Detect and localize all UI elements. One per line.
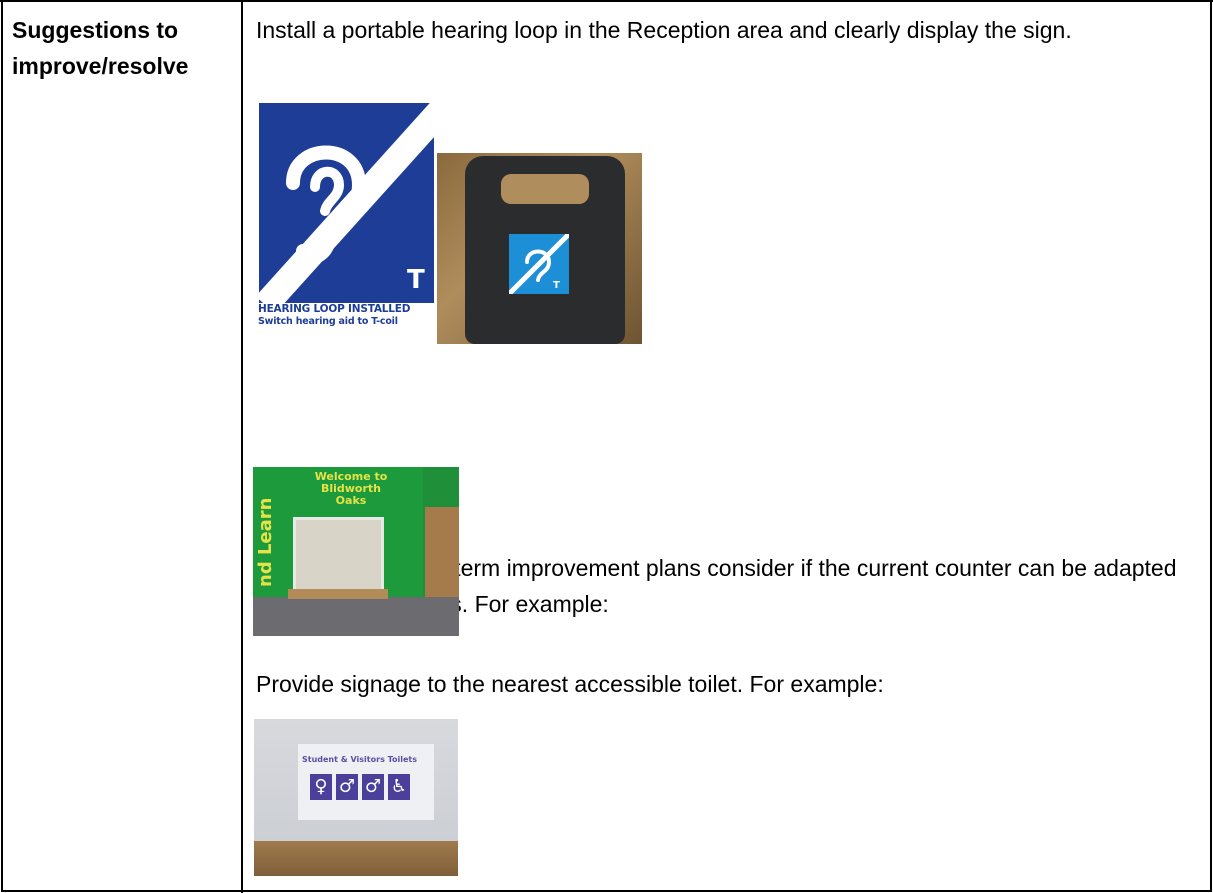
portable-loop-device-image: T [437,153,642,344]
reception-window [293,517,384,598]
paragraph-hearing-loop: Install a portable hearing loop in the R… [256,17,1072,43]
ear-icon [286,145,367,264]
column-divider [241,0,243,893]
hearing-loop-badge-icon: T [507,232,571,296]
reception-floor [253,597,459,636]
reception-counter [288,589,388,599]
reception-sign-text: Welcome to Blidworth Oaks [314,470,388,507]
wheelchair-icon: ♿ [388,774,410,800]
male-icon: ♂ [362,774,384,800]
paragraph-toilet-signage: Provide signage to the nearest accessibl… [256,671,884,697]
hearing-loop-sign-image: T HEARING LOOP INSTALLED Switch hearing … [256,103,437,330]
female-icon: ♀ [310,774,332,800]
row-label: Suggestions to improve/resolve [12,17,189,79]
wooden-shelf [254,841,458,876]
device-handle [501,174,589,204]
table-top-border [0,0,1213,2]
loop-sign-caption-1: HEARING LOOP INSTALLED [258,303,411,315]
toilet-icons: ♀ ♂ ♂ ♿ [310,774,410,800]
t-coil-letter: T [407,265,425,295]
loop-sign-caption-2: Switch hearing aid to T-coil [258,316,398,327]
svg-text:T: T [553,280,560,291]
loop-sign-panel: T [259,103,434,303]
device-body: T [465,156,625,344]
toilet-signage-image: Student & Visitors Toilets ♀ ♂ ♂ ♿ [254,719,458,876]
male-icon: ♂ [336,774,358,800]
reception-door [425,507,459,607]
suggestions-table [1,0,1212,892]
toilet-sign-text: Student & Visitors Toilets [302,755,417,764]
reception-side-text: nd Learn [255,497,276,587]
reception-counter-image: Welcome to Blidworth Oaks nd Learn [253,467,459,636]
